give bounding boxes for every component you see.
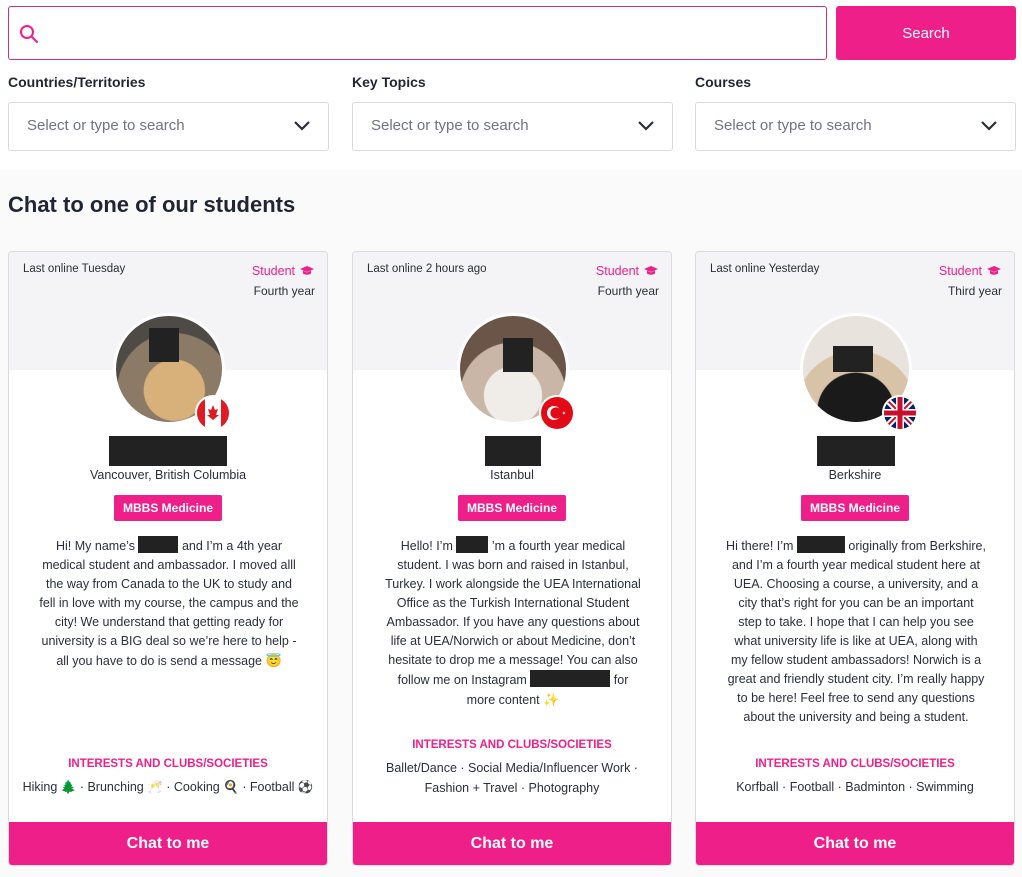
chat-button[interactable]: Chat to me	[9, 822, 327, 865]
name-redaction	[485, 436, 541, 466]
course-badge: MBBS Medicine	[457, 495, 567, 521]
bio-emoji: ✨	[543, 692, 560, 707]
courses-filter-label: Courses	[695, 74, 752, 90]
role-label: Student	[939, 264, 1002, 278]
course-badge: MBBS Medicine	[800, 495, 910, 521]
interests-text: Korfball · Football · Badminton · Swimmi…	[736, 780, 974, 794]
role-text: Student	[251, 264, 295, 278]
bio-part: Hello! I’m	[400, 539, 453, 553]
redaction-block	[138, 536, 179, 553]
bio-text: Hi there! I’m originally from Berkshire,…	[726, 536, 986, 727]
countries-select[interactable]: Select or type to search	[8, 102, 329, 151]
key-topics-filter: Key Topics Select or type to search	[352, 72, 673, 151]
courses-select[interactable]: Select or type to search	[695, 102, 1016, 151]
redaction-block	[456, 536, 489, 553]
avatar-redaction	[503, 338, 533, 372]
bio-part: ’m a fourth year medical student. I was …	[385, 539, 641, 687]
search-icon	[20, 25, 38, 43]
search-input[interactable]	[49, 9, 819, 57]
chat-button[interactable]: Chat to me	[353, 822, 671, 865]
interests-text: Hiking 🌲 · Brunching 🥂 · Cooking 🍳 · Foo…	[22, 780, 314, 794]
courses-select-placeholder: Select or type to search	[714, 117, 872, 134]
year-text: Third year	[947, 284, 1002, 298]
graduation-cap-icon	[644, 266, 658, 275]
last-online-text: Last online Tuesday	[23, 263, 126, 275]
course-badge: MBBS Medicine	[113, 495, 223, 521]
student-card: Last online Yesterday Student Third year…	[695, 251, 1015, 866]
key-topics-select-placeholder: Select or type to search	[371, 117, 529, 134]
location-text: Berkshire	[828, 468, 882, 482]
role-label: Student	[252, 264, 315, 278]
last-online-text: Last online Yesterday	[710, 263, 820, 275]
bio-part: originally from Berkshire, and I’m a fou…	[727, 539, 986, 724]
interests-label: INTERESTS AND CLUBS/SOCIETIES	[412, 739, 612, 751]
bio-part: and I’m a 4th year medical student and a…	[39, 539, 299, 668]
graduation-cap-icon	[987, 266, 1001, 275]
year-text: Fourth year	[597, 284, 659, 298]
year-text: Fourth year	[253, 284, 315, 298]
avatar-redaction	[149, 328, 179, 362]
key-topics-select[interactable]: Select or type to search	[352, 102, 673, 151]
canada-flag-icon	[195, 395, 231, 431]
interests-label: INTERESTS AND CLUBS/SOCIETIES	[68, 758, 268, 770]
redaction-block	[530, 670, 611, 687]
countries-filter: Countries/Territories Select or type to …	[8, 72, 329, 151]
location-text: Istanbul	[490, 468, 534, 482]
interests-text: Ballet/Dance · Social Media/Influencer W…	[386, 761, 638, 795]
search-box[interactable]	[8, 6, 827, 60]
last-online-text: Last online 2 hours ago	[367, 263, 487, 275]
name-redaction	[817, 436, 895, 466]
uk-flag-icon	[882, 395, 918, 431]
redaction-block	[796, 536, 845, 553]
bio-part: Hi! My name’s	[56, 539, 135, 553]
student-card: Last online Tuesday Student Fourth year …	[8, 251, 328, 866]
avatar-redaction	[833, 346, 873, 372]
role-label: Student	[596, 264, 659, 278]
search-button[interactable]: Search	[836, 6, 1016, 60]
countries-select-placeholder: Select or type to search	[27, 117, 185, 134]
location-text: Vancouver, British Columbia	[89, 468, 247, 482]
bio-text: Hi! My name’s and I’m a 4th year medical…	[39, 536, 299, 671]
key-topics-filter-label: Key Topics	[352, 74, 426, 90]
bio-text: Hello! I’m ’m a fourth year medical stud…	[383, 536, 643, 710]
bio-part: Hi there! I’m	[726, 539, 794, 553]
section-title: Chat to one of our students	[8, 192, 296, 217]
role-text: Student	[595, 264, 639, 278]
countries-filter-label: Countries/Territories	[8, 74, 146, 90]
chevron-down-icon	[638, 121, 654, 131]
bio-emoji: 😇	[265, 653, 282, 668]
chevron-down-icon	[294, 121, 310, 131]
chat-button[interactable]: Chat to me	[696, 822, 1014, 865]
name-redaction	[109, 436, 227, 466]
search-filter-panel: Search Countries/Territories Select or t…	[0, 0, 1022, 170]
role-text: Student	[938, 264, 982, 278]
student-card: Last online 2 hours ago Student Fourth y…	[352, 251, 672, 866]
turkey-flag-icon	[539, 395, 575, 431]
interests-label: INTERESTS AND CLUBS/SOCIETIES	[755, 758, 955, 770]
graduation-cap-icon	[300, 266, 314, 275]
courses-filter: Courses Select or type to search	[695, 72, 1016, 151]
chevron-down-icon	[981, 121, 997, 131]
